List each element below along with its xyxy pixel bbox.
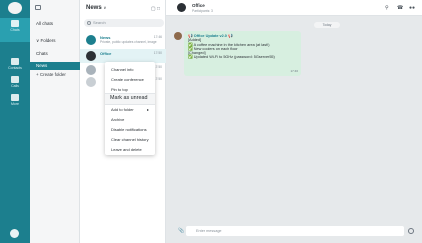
rail-item-label: Calls <box>11 84 19 88</box>
search-input[interactable]: Search <box>84 19 164 27</box>
phone-icon <box>11 76 19 83</box>
chevron-down-icon: ∨ <box>103 5 107 10</box>
rail-item-label: Chats <box>10 28 20 32</box>
message-avatar[interactable] <box>174 32 182 40</box>
menu-item-clear-history[interactable]: Clear channel history <box>111 137 149 142</box>
new-chat-icon[interactable]: ▢ <box>151 6 156 12</box>
folders-panel: All chats ∨ Folders Chats News + Create … <box>30 0 80 243</box>
left-rail: Chats Contacts Calls More <box>0 0 30 243</box>
message-bubble[interactable]: 📢 Office Update v2.0 📢 [Added] ✅ A coffe… <box>184 31 301 76</box>
chat-list-title[interactable]: News ∨ <box>86 5 106 11</box>
rail-item-chats[interactable]: Chats <box>0 18 30 42</box>
menu-item-add-to-folder[interactable]: Add to folder ▸ <box>111 107 153 112</box>
menu-item-leave-and-delete[interactable]: Leave and delete <box>111 147 142 152</box>
messenger-window: Chats Contacts Calls More All chats ∨ Fo… <box>0 0 422 243</box>
menu-item-mark-as-unread[interactable]: Mark as unread <box>110 95 147 101</box>
menu-item-archive[interactable]: Archive <box>111 117 124 122</box>
chat-avatar <box>86 77 96 87</box>
menu-item-label: Add to folder <box>111 107 134 112</box>
conversation-panel: Office Participants: 3 ⚲ ☎ ●● Today 📢 Of… <box>166 0 422 243</box>
search-icon[interactable]: ⚲ <box>385 5 389 11</box>
chat-bubble-icon <box>11 20 19 27</box>
search-placeholder: Search <box>93 20 106 25</box>
rail-item-more[interactable]: More <box>0 92 30 116</box>
rail-item-label: More <box>11 102 19 106</box>
chat-avatar <box>86 51 96 61</box>
menu-item-disable-notifications[interactable]: Disable notifications <box>111 127 147 132</box>
participants-icon[interactable]: ●● <box>409 5 415 11</box>
chat-list-title-text: News <box>86 5 102 11</box>
chevron-right-icon: ▸ <box>147 107 150 112</box>
date-chip: Today <box>314 22 340 28</box>
user-avatar[interactable] <box>8 2 22 14</box>
menu-item-channel-info[interactable]: Channel info <box>111 67 133 72</box>
contacts-icon <box>11 58 19 65</box>
attach-icon[interactable]: 📎 <box>178 228 184 234</box>
folders-group-toggle[interactable]: ∨ Folders <box>36 38 56 44</box>
conversation-avatar[interactable] <box>177 3 186 12</box>
chat-avatar <box>86 35 96 45</box>
more-dots-icon <box>11 94 19 101</box>
settings-gear-icon[interactable] <box>10 229 19 238</box>
panel-toggle-icon[interactable] <box>35 5 41 10</box>
folder-chats[interactable]: Chats <box>36 51 48 56</box>
message-line: ✅ Updated Wi-Fi to 5GHz (password: 5Gser… <box>188 55 275 60</box>
create-folder-link[interactable]: + Create folder <box>36 72 66 77</box>
chat-avatar <box>86 65 96 75</box>
menu-divider <box>105 104 155 105</box>
phone-icon[interactable]: ☎ <box>397 5 403 11</box>
emoji-icon[interactable] <box>408 228 414 234</box>
conversation-title[interactable]: Office <box>192 3 205 8</box>
message-input-placeholder: Enter message <box>196 229 222 233</box>
chat-context-menu: Channel info Create conference Pin to to… <box>105 62 155 155</box>
search-icon <box>87 21 91 25</box>
folder-all-chats[interactable]: All chats <box>36 21 53 26</box>
chat-time: 17:50 <box>153 51 162 55</box>
chat-list-actions: ▢ □ <box>151 6 160 12</box>
message-time: 17:46 <box>290 69 298 73</box>
chat-name: Office <box>100 51 112 56</box>
chat-row[interactable]: Office 17:50 <box>80 49 166 63</box>
conversation-header: Office Participants: 3 ⚲ ☎ ●● <box>166 0 422 16</box>
rail-item-label: Contacts <box>8 66 22 70</box>
conversation-subtitle: Participants: 3 <box>192 9 213 13</box>
message-input[interactable]: Enter message <box>186 226 404 236</box>
chat-time: 17:46 <box>153 35 162 39</box>
compose-icon[interactable]: □ <box>157 6 160 12</box>
folder-news[interactable]: News <box>30 62 80 70</box>
menu-item-pin-to-top[interactable]: Pin to top <box>111 87 128 92</box>
chat-row[interactable]: News Private, public updates channel, im… <box>80 33 166 47</box>
chat-preview: Private, public updates channel, image <box>100 40 157 44</box>
menu-item-create-conference[interactable]: Create conference <box>111 77 144 82</box>
